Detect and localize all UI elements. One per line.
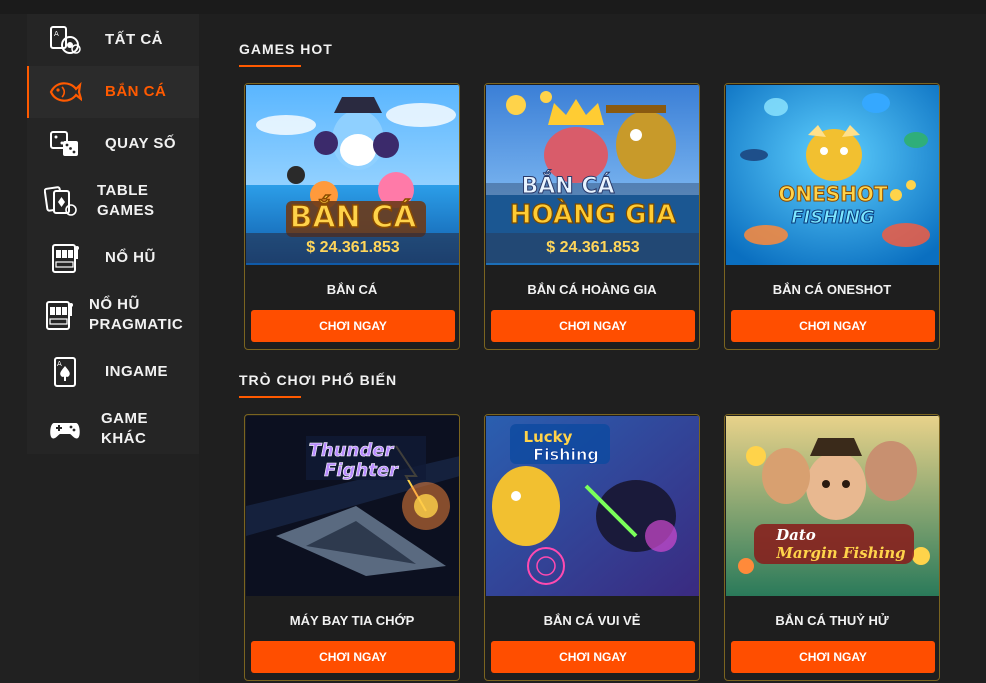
top-bar: [0, 0, 986, 14]
card-spade-icon: A: [47, 354, 83, 390]
sidebar-item-label: NỔ HŨ: [105, 249, 156, 266]
game-card-may-bay-tia-chop[interactable]: Thunder Fighter MÁY BAY TIA CHỚP CHƠI NG…: [244, 414, 460, 681]
jackpot-amount: $ 24.361.853: [486, 233, 699, 263]
sidebar-item-slots-pragmatic[interactable]: NỔ HŨ PRAGMATIC: [27, 284, 199, 346]
sidebar-item-label: TABLE GAMES: [97, 182, 155, 219]
gamepad-icon: [47, 411, 83, 447]
slot-machine-icon: [41, 297, 77, 333]
game-art-title: BẮN CÁ: [290, 195, 418, 235]
sidebar-item-label: NỔ HŨ PRAGMATIC: [89, 296, 184, 333]
game-name: BẮN CÁ: [326, 282, 378, 297]
game-thumbnail[interactable]: Thunder Fighter: [246, 416, 459, 596]
jackpot-amount: $ 24.361.853: [246, 233, 459, 263]
games-content: GAMES HOT BẮN CÁ $ 24.361.853 BẮN CÁ CHƠ…: [199, 14, 986, 683]
svg-text:A: A: [57, 360, 62, 368]
sidebar-item-slots[interactable]: NỔ HŨ: [27, 232, 199, 284]
play-now-button[interactable]: CHƠI NGAY: [251, 310, 455, 342]
sidebar-item-label: QUAY SỐ: [105, 135, 177, 152]
game-art-subtitle: FISHING: [791, 207, 875, 228]
game-card-ban-ca-vui-ve[interactable]: Lucky Fishing BẮN CÁ VUI VẺ CHƠI NGAY: [484, 414, 700, 681]
game-art-subtitle: HOÀNG GIA: [510, 198, 677, 230]
game-art-title: Lucky: [524, 428, 573, 446]
category-sidebar: A TẤT CẢ BẮN CÁ QUAY SỐ TABLE GAMES NỔ H…: [27, 14, 199, 454]
play-now-button[interactable]: CHƠI NGAY: [491, 310, 695, 342]
play-now-button[interactable]: CHƠI NGAY: [731, 310, 935, 342]
game-name: MÁY BAY TIA CHỚP: [289, 613, 415, 628]
game-card-ban-ca-oneshot[interactable]: ONESHOT FISHING BẮN CÁ ONESHOT CHƠI NGAY: [724, 83, 940, 350]
page: A TẤT CẢ BẮN CÁ QUAY SỐ TABLE GAMES NỔ H…: [0, 14, 986, 683]
game-thumbnail[interactable]: Dato Margin Fishing: [726, 416, 939, 596]
sidebar-item-other-games[interactable]: GAME KHÁC: [27, 398, 199, 460]
game-thumbnail[interactable]: BẮN CÁ HOÀNG GIA $ 24.361.853: [486, 85, 699, 265]
play-now-button[interactable]: CHƠI NGAY: [491, 641, 695, 673]
sidebar-item-fishing[interactable]: BẮN CÁ: [27, 66, 199, 118]
game-thumbnail[interactable]: Lucky Fishing: [486, 416, 699, 596]
play-now-button[interactable]: CHƠI NGAY: [731, 641, 935, 673]
sidebar-item-label: BẮN CÁ: [105, 83, 167, 100]
game-thumbnail[interactable]: BẮN CÁ $ 24.361.853: [246, 85, 459, 265]
dice-icon: [47, 126, 83, 162]
game-name: BẮN CÁ THUỶ HỬ: [775, 613, 889, 628]
sidebar-item-label: GAME KHÁC: [101, 410, 148, 447]
game-art-title: Thunder: [309, 440, 395, 461]
game-card-ban-ca-thuy-hu[interactable]: Dato Margin Fishing BẮN CÁ THUỶ HỬ CHƠI …: [724, 414, 940, 681]
game-art-title: ONESHOT: [778, 182, 888, 206]
game-card-ban-ca[interactable]: BẮN CÁ $ 24.361.853 BẮN CÁ CHƠI NGAY: [244, 83, 460, 350]
game-art-title: Dato: [775, 526, 816, 544]
sidebar-item-all[interactable]: A TẤT CẢ: [27, 14, 199, 66]
sidebar-item-table-games[interactable]: TABLE GAMES: [27, 170, 199, 232]
game-name: BẮN CÁ ONESHOT: [772, 282, 892, 297]
game-art-subtitle: Fishing: [533, 445, 599, 464]
game-thumbnail[interactable]: ONESHOT FISHING: [726, 85, 939, 265]
game-art-subtitle: Fighter: [324, 460, 399, 481]
fish-icon: [47, 74, 83, 110]
game-name: BẮN CÁ HOÀNG GIA: [527, 282, 657, 297]
sidebar-item-label: TẤT CẢ: [105, 31, 163, 48]
section-title-hot-games: GAMES HOT: [239, 41, 333, 67]
game-card-ban-ca-hoang-gia[interactable]: BẮN CÁ HOÀNG GIA $ 24.361.853 BẮN CÁ HOÀ…: [484, 83, 700, 350]
section-title-popular-games: TRÒ CHƠI PHỔ BIẾN: [239, 372, 398, 398]
game-art-title: BẮN CÁ: [521, 170, 614, 199]
casino-chips-icon: A: [47, 22, 83, 58]
svg-text:A: A: [54, 30, 59, 38]
sidebar-item-lottery[interactable]: QUAY SỐ: [27, 118, 199, 170]
playing-cards-icon: [43, 183, 79, 219]
sidebar-item-ingame[interactable]: A INGAME: [27, 346, 199, 398]
slot-machine-icon: [47, 240, 83, 276]
sidebar-item-label: INGAME: [105, 363, 168, 380]
game-name: BẮN CÁ VUI VẺ: [543, 613, 641, 628]
play-now-button[interactable]: CHƠI NGAY: [251, 641, 455, 673]
game-art-subtitle: Margin Fishing: [775, 544, 905, 562]
